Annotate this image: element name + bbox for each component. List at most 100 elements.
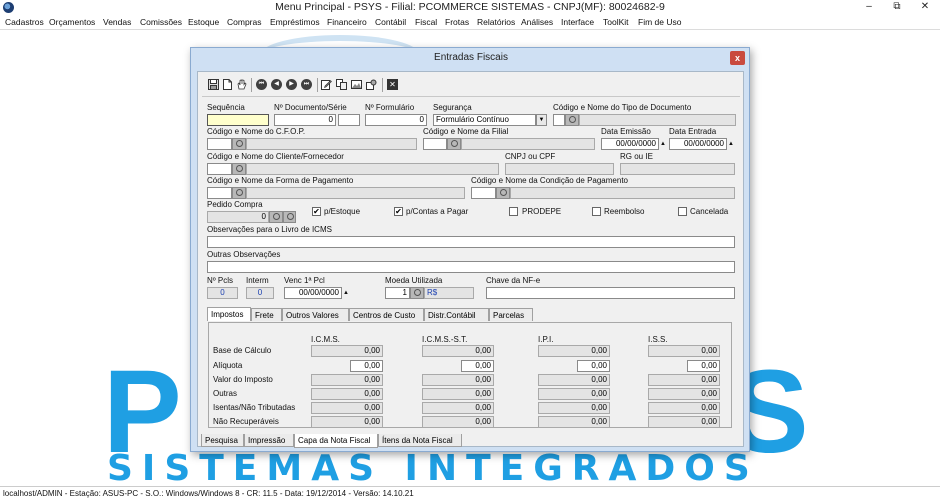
p-contas-pagar-label: p/Contas a Pagar bbox=[406, 207, 469, 216]
rg-label: RG ou IE bbox=[620, 152, 653, 161]
data-entrada-input[interactable]: 00/00/0000 bbox=[669, 138, 727, 150]
menu-orcamentos[interactable]: Orçamentos bbox=[49, 17, 95, 27]
menu-emprestimos[interactable]: Empréstimos bbox=[270, 17, 320, 27]
last-record-icon[interactable]: ⏭ bbox=[301, 79, 312, 90]
p-contas-pagar-checkbox[interactable]: ✔ bbox=[394, 207, 403, 216]
outras-obs-label: Outras Observações bbox=[207, 250, 281, 259]
menu-cadastros[interactable]: Cadastros bbox=[5, 17, 44, 27]
menu-toolkit[interactable]: ToolKit bbox=[603, 17, 629, 27]
lookup-icon[interactable] bbox=[447, 138, 461, 150]
serie-input[interactable] bbox=[338, 114, 360, 126]
dialog-body: ⏮ ◀ ▶ ⏭ ✕ Sequência Nº Documento/Série 0… bbox=[197, 71, 744, 448]
tipo-documento-code[interactable] bbox=[553, 114, 565, 126]
aliquota-ipi[interactable]: 0,00 bbox=[577, 360, 610, 372]
lookup-icon[interactable] bbox=[565, 114, 579, 126]
tab-outros-valores[interactable]: Outros Valores bbox=[282, 308, 349, 321]
first-record-icon[interactable]: ⏮ bbox=[256, 79, 267, 90]
chave-nfe-input[interactable] bbox=[486, 287, 735, 299]
tab-distr-contabil[interactable]: Distr.Contábil bbox=[424, 308, 489, 321]
menu-fiscal[interactable]: Fiscal bbox=[415, 17, 437, 27]
cancel-icon[interactable]: ✕ bbox=[387, 79, 398, 90]
menu-analises[interactable]: Análises bbox=[521, 17, 553, 27]
edit-icon[interactable] bbox=[321, 79, 332, 90]
menu-comissoes[interactable]: Comissões bbox=[140, 17, 182, 27]
spin-up-icon[interactable]: ▲ bbox=[342, 287, 350, 299]
menu-relatorios[interactable]: Relatórios bbox=[477, 17, 515, 27]
aliquota-iss[interactable]: 0,00 bbox=[687, 360, 720, 372]
seguranca-select[interactable]: Formulário Contínuo bbox=[433, 114, 536, 126]
menu-vendas[interactable]: Vendas bbox=[103, 17, 131, 27]
cfop-code[interactable] bbox=[207, 138, 232, 150]
col-icms: I.C.M.S. bbox=[311, 335, 340, 344]
cliente-code[interactable] bbox=[207, 163, 232, 175]
menu-fim-de-uso[interactable]: Fim de Uso bbox=[638, 17, 681, 27]
moeda-code[interactable]: 1 bbox=[385, 287, 410, 299]
lookup-icon[interactable] bbox=[496, 187, 510, 199]
lookup-icon[interactable] bbox=[410, 287, 424, 299]
menu-estoque[interactable]: Estoque bbox=[188, 17, 219, 27]
copy-icon[interactable] bbox=[336, 79, 347, 90]
tab-itens-nota-fiscal[interactable]: Ítens da Nota Fiscal bbox=[378, 434, 462, 447]
documento-label: Nº Documento/Série bbox=[274, 103, 347, 112]
condicao-pagamento-code[interactable] bbox=[471, 187, 496, 199]
tab-pesquisa[interactable]: Pesquisa bbox=[201, 434, 244, 447]
data-emissao-input[interactable]: 00/00/0000 bbox=[601, 138, 659, 150]
tab-centros-de-custo[interactable]: Centros de Custo bbox=[349, 308, 424, 321]
tab-capa-nota-fiscal[interactable]: Capa da Nota Fiscal bbox=[294, 434, 378, 448]
image-icon[interactable] bbox=[351, 79, 362, 90]
restore-button[interactable]: ⧉ bbox=[886, 0, 908, 14]
spin-up-icon[interactable]: ▲ bbox=[727, 138, 735, 150]
tab-parcelas[interactable]: Parcelas bbox=[489, 308, 533, 321]
cancelada-checkbox[interactable] bbox=[678, 207, 687, 216]
prodepe-checkbox[interactable] bbox=[509, 207, 518, 216]
outras-obs-input[interactable] bbox=[207, 261, 735, 273]
forma-pagamento-code[interactable] bbox=[207, 187, 232, 199]
lookup-icon[interactable] bbox=[269, 211, 283, 223]
aliquota-icms[interactable]: 0,00 bbox=[350, 360, 383, 372]
interm-input[interactable]: 0 bbox=[246, 287, 274, 299]
formulario-input[interactable]: 0 bbox=[365, 114, 427, 126]
dialog-close-button[interactable]: x bbox=[730, 51, 745, 65]
cliente-name bbox=[246, 163, 499, 175]
venc-pcl-label: Venc 1ª Pcl bbox=[284, 276, 325, 285]
previous-record-icon[interactable]: ◀ bbox=[271, 79, 282, 90]
menu-compras[interactable]: Compras bbox=[227, 17, 261, 27]
row-base-calculo-label: Base de Cálculo bbox=[213, 346, 272, 355]
venc-pcl-input[interactable]: 00/00/0000 bbox=[284, 287, 342, 299]
aliquota-icms-st[interactable]: 0,00 bbox=[461, 360, 494, 372]
forma-pagamento-name bbox=[246, 187, 465, 199]
lookup-icon[interactable] bbox=[232, 163, 246, 175]
next-record-icon[interactable]: ▶ bbox=[286, 79, 297, 90]
menu-financeiro[interactable]: Financeiro bbox=[327, 17, 367, 27]
menu-contabil[interactable]: Contábil bbox=[375, 17, 406, 27]
spin-up-icon[interactable]: ▲ bbox=[659, 138, 667, 150]
settings-icon[interactable] bbox=[366, 79, 377, 90]
tab-frete[interactable]: Frete bbox=[251, 308, 282, 321]
obs-icms-input[interactable] bbox=[207, 236, 735, 248]
pedido-compra-input[interactable]: 0 bbox=[207, 211, 269, 223]
lookup-icon[interactable] bbox=[232, 138, 246, 150]
lookup-icon[interactable] bbox=[232, 187, 246, 199]
cancelada-label: Cancelada bbox=[690, 207, 729, 216]
new-document-icon[interactable] bbox=[222, 79, 233, 90]
tab-impressao[interactable]: Impressão bbox=[244, 434, 294, 447]
reembolso-checkbox[interactable] bbox=[592, 207, 601, 216]
save-icon[interactable] bbox=[208, 79, 219, 90]
n-pcls-input[interactable]: 0 bbox=[207, 287, 238, 299]
menu-interface[interactable]: Interface bbox=[561, 17, 594, 27]
minimize-button[interactable]: – bbox=[858, 0, 880, 14]
sequencia-input[interactable] bbox=[207, 114, 269, 126]
p-estoque-checkbox[interactable]: ✔ bbox=[312, 207, 321, 216]
nao-recuperaveis-iss: 0,00 bbox=[648, 416, 720, 428]
lookup-secondary-icon[interactable] bbox=[283, 211, 296, 223]
cliente-label: Código e Nome do Cliente/Fornecedor bbox=[207, 152, 344, 161]
close-button[interactable]: ✕ bbox=[914, 0, 936, 14]
menu-frotas[interactable]: Frotas bbox=[445, 17, 469, 27]
seguranca-label: Segurança bbox=[433, 103, 472, 112]
reembolso-label: Reembolso bbox=[604, 207, 645, 216]
chevron-down-icon[interactable]: ▼ bbox=[536, 114, 547, 126]
hand-icon[interactable] bbox=[236, 79, 247, 90]
tab-impostos[interactable]: Impostos bbox=[207, 307, 251, 321]
filial-code[interactable] bbox=[423, 138, 447, 150]
documento-input[interactable]: 0 bbox=[274, 114, 336, 126]
